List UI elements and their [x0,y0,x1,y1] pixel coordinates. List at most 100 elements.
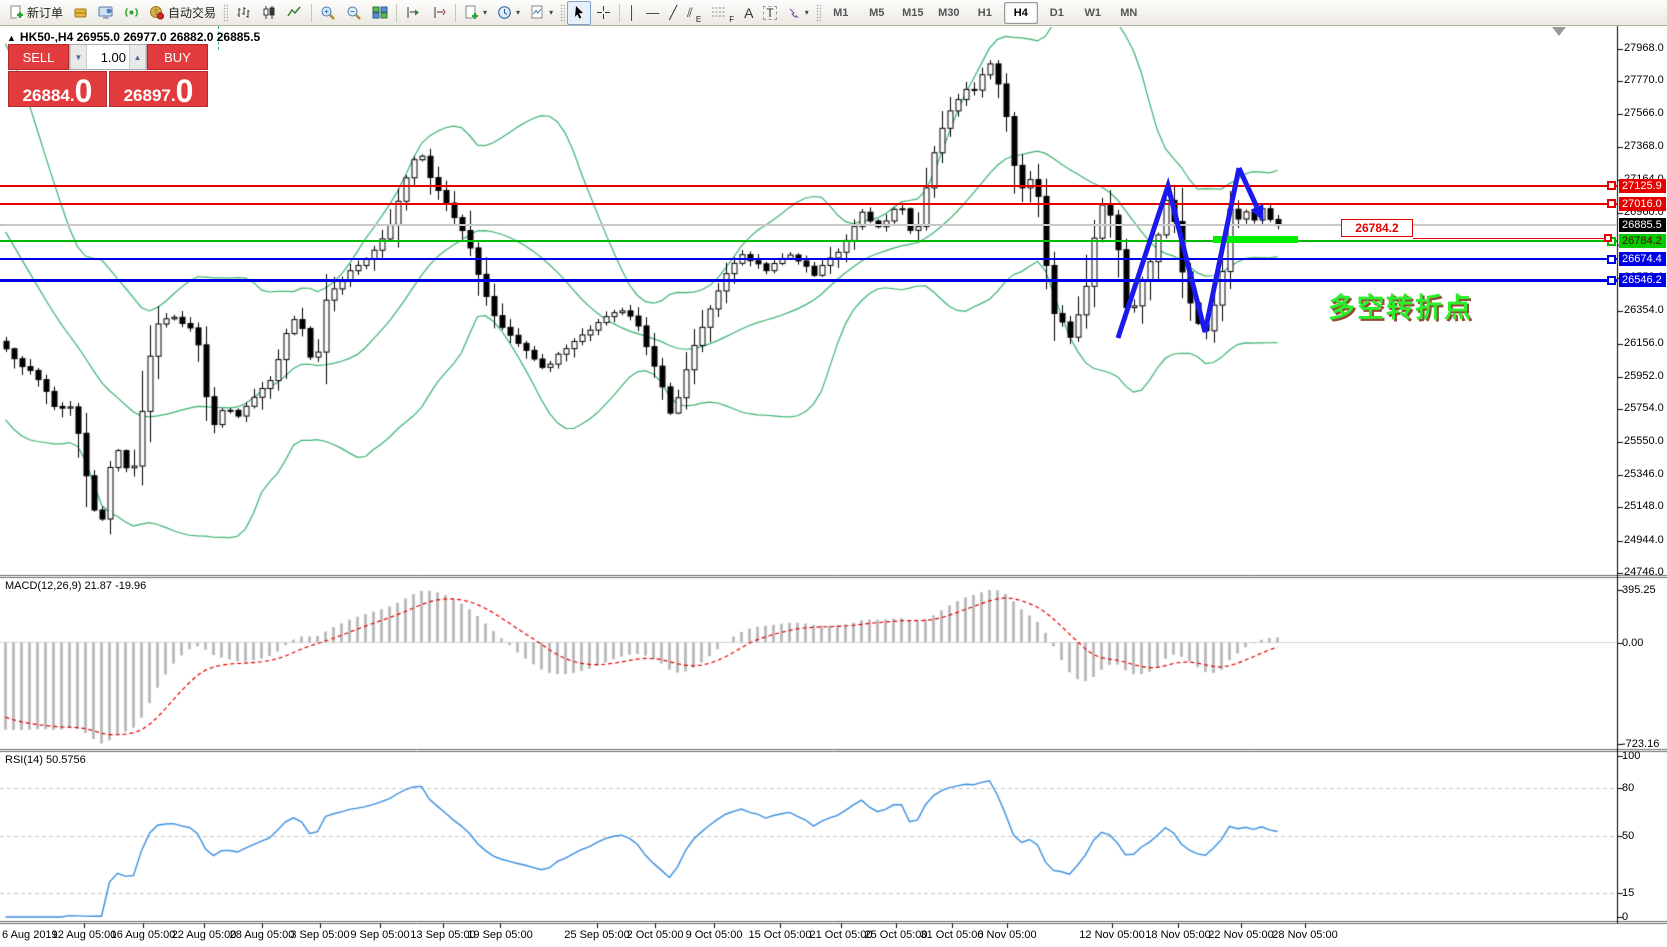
candlestick-icon [263,6,275,19]
support-line-blue-2[interactable] [0,278,1617,282]
macd-axis-label: 0.00 [1622,636,1644,649]
price-axis-tick-label: 27968.0 [1624,42,1664,54]
arrows-tool-button[interactable]: ▾ [782,1,814,25]
auto-scroll-button[interactable] [400,1,426,25]
crosshair-tool-button[interactable] [591,1,616,25]
trendline-tool-button[interactable]: ╱ [664,1,682,25]
buy-price-tile[interactable]: 26897. 0 [109,71,208,107]
market-watch-button[interactable] [68,1,93,25]
time-axis-label: 31 Oct 05:00 [920,929,984,941]
timeframe-button-w1[interactable]: W1 [1076,2,1110,24]
arrows-tool-icon [789,8,799,18]
timeframe-button-d1[interactable]: D1 [1040,2,1074,24]
timeframe-button-m5[interactable]: M5 [860,2,894,24]
price-flag-label[interactable]: 26784.2 [1341,219,1413,237]
candlestick-mode-button[interactable] [256,1,282,25]
channel-tool-button[interactable]: ⫽ E [682,1,706,25]
timeframe-button-m15[interactable]: M15 [896,2,930,24]
scroll-anchor-icon[interactable] [1552,27,1566,36]
resistance-line-2[interactable] [0,202,1617,205]
timeframe-group: M1 M5 M15 M30 H1 H4 D1 W1 MN [823,1,1147,24]
zoom-in-button[interactable] [315,1,341,25]
sell-button[interactable]: SELL [8,44,69,70]
turning-point-annotation[interactable]: 多空转折点 [1328,286,1473,325]
dropdown-caret-icon: ▾ [483,8,488,17]
main-toolbar: 新订单 自动交易 ▾ ▾ ▾ │ — ╱ ⫽ E F A T ▾ M1 M5 M… [0,0,1667,26]
resistance-line-2-marker[interactable] [1607,199,1616,209]
label-tool-button[interactable]: T [758,1,781,25]
timeframe-button-mn[interactable]: MN [1112,2,1146,24]
chart-title: ▲ HK50-,H4 26955.0 26977.0 26882.0 26885.… [7,30,260,44]
resistance-line-1[interactable] [0,184,1617,187]
price-flag-anchor-square [1604,234,1612,242]
rsi-axis-label: 80 [1622,781,1635,794]
zoom-out-button[interactable] [341,1,367,25]
autotrading-globe-icon [150,6,165,20]
clock-icon [498,6,511,19]
profiles-button[interactable]: ▾ [459,1,492,25]
fibonacci-tool-button[interactable]: F [706,1,739,25]
sell-price-big-digit: 0 [74,72,93,109]
timeframe-button-m1[interactable]: M1 [824,2,858,24]
support-line-blue-1-marker[interactable] [1607,254,1616,264]
strategy-tester-button[interactable] [119,1,144,25]
templates-button[interactable]: ▾ [525,1,558,25]
new-order-label: 新订单 [27,6,64,20]
vertical-line-tool-button[interactable]: │ [623,1,641,25]
timeframe-button-h4[interactable]: H4 [1003,1,1038,24]
time-axis-label: 3 Sep 05:00 [290,929,350,941]
price-axis-object-label: 26784.2 [1619,234,1666,249]
timeframe-button-m30[interactable]: M30 [932,2,966,24]
horizontal-line-icon: — [646,5,660,20]
volume-value[interactable]: 1.00 [87,45,129,69]
price-axis-tick-label: 25148.0 [1624,500,1664,513]
chart-shift-icon [434,7,446,18]
time-axis-label: 25 Oct 05:00 [864,929,928,941]
timeframe-button-h1[interactable]: H1 [968,2,1002,24]
horizontal-line-tool-button[interactable]: — [641,1,664,25]
time-axis-label: 22 Nov 05:00 [1208,929,1274,941]
time-axis-label: 12 Aug 05:00 [51,929,117,941]
volume-increase-button[interactable]: ▲ [129,45,146,69]
time-axis-label: 13 Sep 05:00 [410,929,476,941]
crate-icon [74,8,87,18]
sell-price-tile[interactable]: 26884. 0 [8,71,107,107]
data-window-button[interactable] [93,1,119,25]
support-line-blue-1[interactable] [0,258,1617,261]
time-axis-label: 18 Nov 05:00 [1145,929,1211,941]
chart-shift-button[interactable] [426,1,452,25]
support-highlight-bar[interactable] [1213,236,1298,243]
time-axis-label: 2 Oct 05:00 [626,929,684,941]
price-axis-tick-label: 25952.0 [1624,369,1664,382]
tile-windows-button[interactable] [367,1,393,25]
support-line-green[interactable] [0,240,1617,243]
tile-windows-icon [372,6,388,19]
price-axis-object-label: 26546.2 [1619,273,1666,288]
buy-button[interactable]: BUY [147,44,208,70]
template-icon [531,5,543,19]
cursor-tool-button[interactable] [567,0,592,25]
collapse-panel-icon[interactable]: ▲ [7,33,16,43]
price-chart-canvas[interactable] [0,0,1667,947]
macd-axis-label: 395.25 [1622,584,1656,596]
price-axis-tick-label: 26156.0 [1624,336,1664,349]
toolbar-grip [815,3,821,22]
fibonacci-tag: F [729,14,735,24]
resistance-line-1-marker[interactable] [1607,181,1616,191]
time-axis-label: 6 Aug 2019 [2,929,58,941]
line-chart-icon [287,6,301,17]
channel-icon: ⫽ [687,5,693,20]
new-order-button[interactable]: 新订单 [4,1,68,25]
volume-decrease-button[interactable]: ▼ [70,45,87,69]
bar-chart-mode-button[interactable] [230,1,256,25]
fibonacci-icon [712,7,726,17]
period-button[interactable]: ▾ [492,1,525,25]
price-axis-tick-label: 25346.0 [1624,468,1664,481]
rsi-indicator-label: RSI(14) 50.5756 [5,754,86,766]
line-chart-mode-button[interactable] [282,1,308,25]
zoom-in-icon [321,6,335,20]
autotrading-button[interactable]: 自动交易 [144,1,221,25]
price-flag-leader [1413,238,1604,239]
support-line-blue-2-marker[interactable] [1607,275,1616,285]
text-tool-button[interactable]: A [739,1,758,25]
